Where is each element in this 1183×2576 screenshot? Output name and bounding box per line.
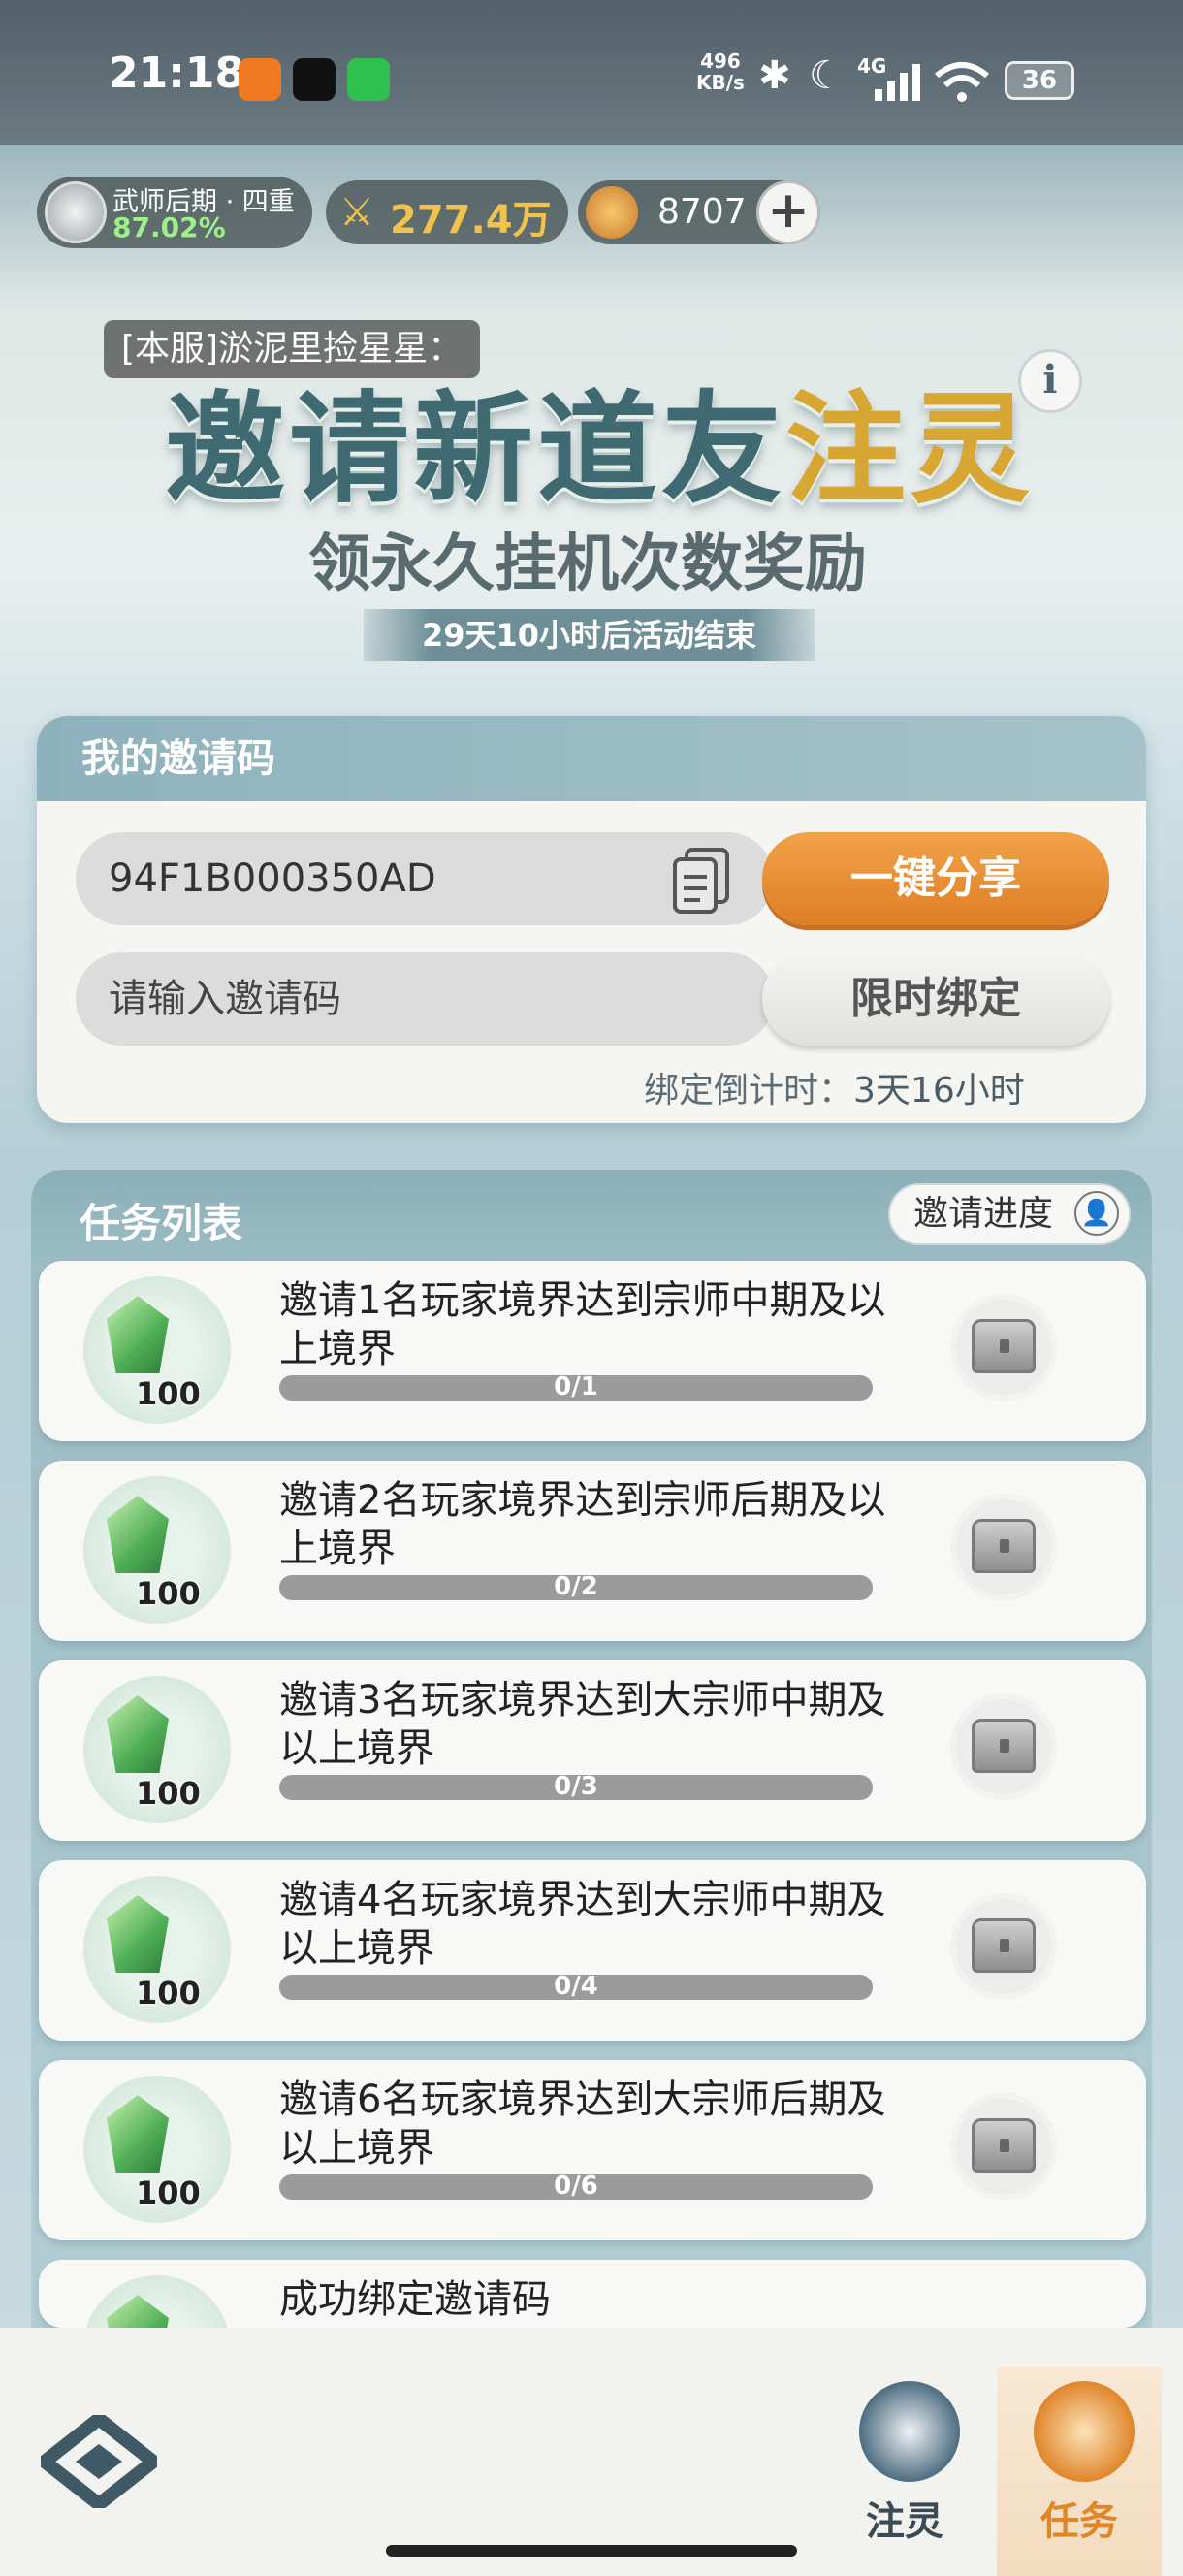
- treasure-chest-icon[interactable]: [972, 2118, 1036, 2173]
- copy-icon[interactable]: [671, 846, 731, 914]
- power-value: 277.4万: [390, 198, 552, 242]
- shopping-app-icon: [239, 58, 281, 101]
- bind-countdown: 绑定倒计时：3天16小时: [644, 1062, 1025, 1112]
- invite-code-input[interactable]: 请输入邀请码: [76, 952, 774, 1046]
- task-icon: [1034, 2381, 1135, 2482]
- reward-quantity: 100: [136, 1975, 201, 2012]
- bind-button[interactable]: 限时绑定: [762, 952, 1109, 1046]
- moon-icon: ☾: [809, 53, 844, 98]
- invite-code-field: 94F1B000350AD: [76, 832, 774, 925]
- task-progress-bar: 0/1: [279, 1372, 873, 1401]
- nav-tasks-label: 任务: [1040, 2499, 1118, 2544]
- task-description: 邀请6名玩家境界达到大宗师后期及以上境界: [279, 2077, 886, 2171]
- treasure-chest-icon[interactable]: [972, 1918, 1036, 1973]
- net-speed-unit: KB/s: [696, 71, 745, 94]
- treasure-chest-icon[interactable]: [972, 1319, 1036, 1373]
- task-row[interactable]: 100 邀请1名玩家境界达到宗师中期及以上境界 0/1: [39, 1261, 1146, 1441]
- status-time: 21:18: [109, 48, 245, 98]
- realm-percent: 87.02%: [112, 211, 226, 243]
- treasure-chest-icon[interactable]: [972, 1719, 1036, 1773]
- task-description: 邀请2名玩家境界达到宗师后期及以上境界: [279, 1478, 886, 1571]
- game-logo-icon[interactable]: [33, 2410, 165, 2513]
- invite-progress-button[interactable]: 邀请进度 👤: [888, 1183, 1131, 1245]
- countdown-value: 3天16小时: [853, 1071, 1025, 1111]
- task-progress-text: 0/4: [554, 1972, 598, 2001]
- task-progress-text: 0/2: [554, 1572, 598, 1601]
- reward-quantity: 100: [136, 1775, 201, 1812]
- event-title-main: 邀请新道友: [165, 379, 786, 520]
- coin-icon: [586, 186, 638, 239]
- share-button[interactable]: 一键分享: [762, 832, 1109, 925]
- reward-quantity: 100: [136, 2174, 201, 2211]
- task-description: 邀请4名玩家境界达到大宗师中期及以上境界: [279, 1878, 886, 1971]
- battery-indicator: 36: [1005, 61, 1074, 100]
- wifi-icon: [933, 60, 991, 103]
- task-progress-text: 0/6: [554, 2172, 598, 2201]
- task-progress-bar: 0/2: [279, 1572, 873, 1601]
- task-list-title: 任务列表: [80, 1200, 243, 1247]
- invite-progress-label: 邀请进度: [913, 1194, 1054, 1234]
- avatar[interactable]: [45, 181, 107, 243]
- bluetooth-icon: ✱: [758, 53, 791, 98]
- task-progress-bar: 0/4: [279, 1972, 873, 2001]
- message-app-icon: [347, 58, 390, 101]
- signal-icon: [873, 64, 923, 101]
- task-row[interactable]: 100 邀请3名玩家境界达到大宗师中期及以上境界 0/3: [39, 1660, 1146, 1841]
- nav-zhuling-label: 注灵: [866, 2499, 943, 2544]
- nav-zhuling[interactable]: 注灵: [842, 2381, 968, 2544]
- nav-tasks[interactable]: 任务: [1016, 2381, 1142, 2544]
- reward-quantity: 100: [136, 1375, 201, 1412]
- add-coin-button[interactable]: +: [756, 180, 820, 244]
- net-speed: 496 KB/s: [696, 50, 745, 93]
- task-progress-text: 0/1: [554, 1372, 598, 1401]
- net-speed-value: 496: [700, 49, 741, 73]
- task-row[interactable]: 100 邀请2名玩家境界达到宗师后期及以上境界 0/2: [39, 1461, 1146, 1641]
- tiktok-icon: [293, 58, 336, 101]
- spirit-icon: [859, 2381, 960, 2482]
- sword-icon: ⚔: [339, 190, 374, 235]
- event-title-highlight: 注灵: [785, 379, 1035, 520]
- server-chat-toast: [本服]淤泥里捡星星：: [104, 320, 481, 378]
- task-description: 成功绑定邀请码: [279, 2277, 551, 2322]
- task-progress-bar: 0/3: [279, 1772, 873, 1801]
- task-description: 邀请3名玩家境界达到大宗师中期及以上境界: [279, 1678, 886, 1771]
- countdown-label: 绑定倒计时：: [644, 1071, 854, 1111]
- event-time-left: 29天10小时后活动结束: [364, 609, 815, 661]
- event-subtitle: 领永久挂机次数奖励: [308, 528, 867, 600]
- info-button[interactable]: i: [1018, 349, 1082, 413]
- invite-card-header: 我的邀请码: [37, 716, 1146, 801]
- treasure-chest-icon[interactable]: [972, 1519, 1036, 1573]
- coin-value: 8707: [657, 192, 747, 232]
- task-row[interactable]: 成功绑定邀请码: [39, 2260, 1146, 2328]
- task-row[interactable]: 100 邀请4名玩家境界达到大宗师中期及以上境界 0/4: [39, 1860, 1146, 2041]
- task-progress-text: 0/3: [554, 1772, 598, 1801]
- task-progress-bar: 0/6: [279, 2172, 873, 2201]
- add-user-icon: 👤: [1074, 1191, 1119, 1236]
- home-indicator[interactable]: [386, 2545, 797, 2557]
- task-row[interactable]: 100 邀请6名玩家境界达到大宗师后期及以上境界 0/6: [39, 2060, 1146, 2240]
- task-description: 邀请1名玩家境界达到宗师中期及以上境界: [279, 1278, 886, 1371]
- reward-quantity: 100: [136, 1575, 201, 1612]
